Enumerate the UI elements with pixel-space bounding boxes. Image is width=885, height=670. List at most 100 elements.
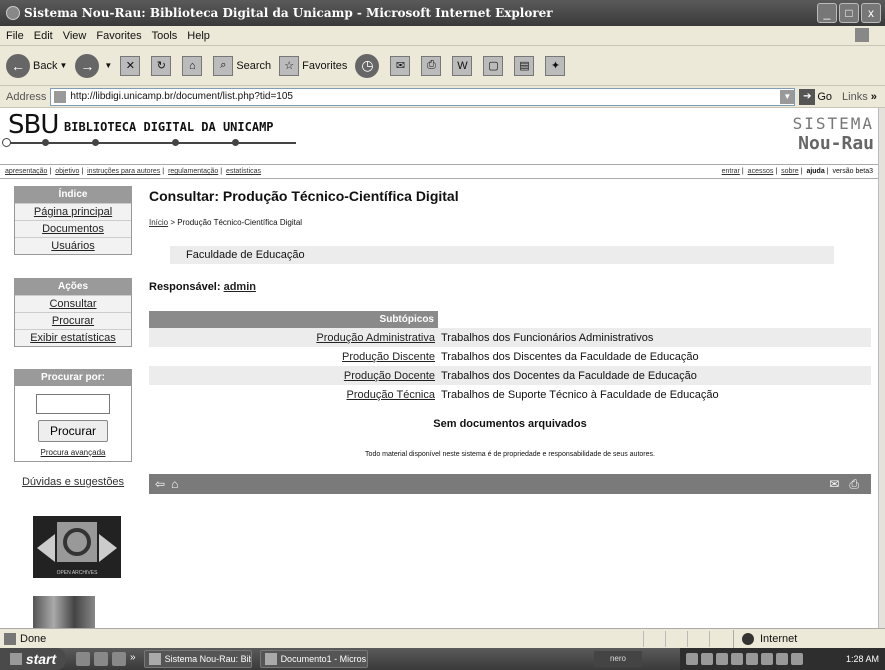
home-button[interactable]: ⌂	[182, 55, 205, 76]
star-icon: ☆	[279, 55, 300, 76]
go-button[interactable]: ➔ Go	[799, 88, 832, 105]
maximize-button[interactable]: □	[839, 3, 859, 23]
network-icon[interactable]	[761, 653, 773, 665]
sidebar-item-usuarios[interactable]: Usuários	[51, 240, 94, 252]
tray-icon[interactable]	[746, 653, 758, 665]
subtopic-link[interactable]: Produção Técnica	[347, 389, 435, 401]
menu-view[interactable]: View	[63, 30, 87, 42]
tray-icon[interactable]	[776, 653, 788, 665]
browser-window: Sistema Nou-Rau: Biblioteca Digital da U…	[0, 0, 885, 670]
task-word[interactable]: Documento1 - Micros...	[259, 650, 368, 668]
print-button[interactable]: ⎙	[421, 55, 444, 76]
nav-acessos[interactable]: acessos	[748, 168, 774, 175]
version-text: versão beta3	[832, 168, 873, 175]
responsible-user-link[interactable]: admin	[224, 281, 256, 293]
nav-apresentacao[interactable]: apresentação	[5, 168, 47, 175]
responsible: Responsável: admin	[149, 281, 256, 293]
chevron-down-icon[interactable]: ▼	[780, 89, 795, 104]
ie-icon	[6, 6, 20, 20]
ie-quicklaunch-icon[interactable]	[94, 652, 108, 666]
banner-image[interactable]	[33, 596, 95, 628]
security-zone: Internet	[733, 630, 885, 648]
nav-objetivo[interactable]: objetivo	[55, 168, 79, 175]
volume-icon[interactable]	[716, 653, 728, 665]
forward-button[interactable]: → ▼	[75, 53, 112, 78]
open-archives-logo[interactable]: OPEN ARCHIVES	[33, 516, 121, 578]
sidebar-item-pagina-principal[interactable]: Página principal	[34, 206, 112, 218]
address-url: http://libdigi.unicamp.br/document/list.…	[70, 91, 293, 102]
minimize-button[interactable]: _	[817, 3, 837, 23]
mail-button[interactable]: ✉	[390, 55, 413, 76]
quicklaunch-more-icon[interactable]: »	[130, 652, 136, 666]
close-button[interactable]: x	[861, 3, 881, 23]
history-button[interactable]: ◷	[355, 53, 382, 78]
nero-icon[interactable]: nero	[594, 651, 642, 667]
taskbar: start » Sistema Nou-Rau: Bib... Document…	[0, 648, 885, 670]
tray-icon[interactable]	[791, 653, 803, 665]
system-tray: 1:28 AM	[680, 648, 885, 670]
advanced-search-link[interactable]: Procura avançada	[41, 448, 106, 457]
faculty-bar: Faculdade de Educação	[170, 246, 834, 264]
back-arrow-icon[interactable]: ⇦	[155, 477, 165, 491]
back-label: Back	[33, 59, 58, 72]
nav-ajuda[interactable]: ajuda	[806, 168, 824, 175]
show-desktop-icon[interactable]	[76, 652, 90, 666]
chevron-down-icon: ▼	[59, 61, 68, 70]
search-submit-button[interactable]: Procurar	[38, 420, 108, 442]
tray-icon[interactable]	[686, 653, 698, 665]
nav-sobre[interactable]: sobre	[781, 168, 799, 175]
menu-help[interactable]: Help	[187, 30, 210, 42]
index-box: Índice Página principal Documentos Usuár…	[14, 186, 132, 255]
research-button[interactable]: ▤	[514, 55, 537, 76]
no-documents-text: Sem documentos arquivados	[433, 418, 587, 430]
sidebar-item-procurar[interactable]: Procurar	[52, 315, 94, 327]
forward-arrow-icon: →	[75, 53, 100, 78]
menu-edit[interactable]: Edit	[34, 30, 53, 42]
discuss-button[interactable]: ▢	[483, 55, 506, 76]
nav-regulamentacao[interactable]: regulamentação	[168, 168, 218, 175]
nav-estatisticas[interactable]: estatísticas	[226, 168, 261, 175]
page-done-icon	[4, 632, 16, 645]
feedback-link[interactable]: Dúvidas e sugestões	[22, 476, 124, 488]
subtopic-link[interactable]: Produção Docente	[344, 370, 435, 382]
subtopic-link[interactable]: Produção Administrativa	[316, 332, 435, 344]
tray-icon[interactable]	[701, 653, 713, 665]
bottom-bar: ⇦ ⌂ ✉ ⎙	[149, 474, 871, 494]
subtopics-header: Subtópicos	[149, 311, 438, 328]
links-chevron-icon[interactable]: »	[871, 91, 877, 103]
menu-file[interactable]: File	[6, 30, 24, 42]
mail-icon[interactable]: ✉	[829, 477, 839, 492]
favorites-button[interactable]: ☆ Favorites	[279, 55, 347, 76]
search-input[interactable]	[36, 394, 110, 414]
messenger-button[interactable]: ✦	[545, 55, 568, 76]
clock: 1:28 AM	[845, 654, 879, 664]
vertical-scrollbar[interactable]	[878, 108, 885, 628]
tray-icon[interactable]	[731, 653, 743, 665]
media-quicklaunch-icon[interactable]	[112, 652, 126, 666]
sidebar-item-consultar[interactable]: Consultar	[49, 298, 96, 310]
subtopic-link[interactable]: Produção Discente	[342, 351, 435, 363]
nav-entrar[interactable]: entrar	[722, 168, 740, 175]
sidebar-item-documentos[interactable]: Documentos	[42, 223, 104, 235]
back-button[interactable]: ← Back ▼	[6, 53, 68, 78]
word-icon	[264, 653, 277, 665]
home-icon[interactable]: ⌂	[171, 477, 178, 491]
links-button[interactable]: Links	[842, 91, 868, 103]
subtopics-table: Subtópicos Produção Administrativa Traba…	[149, 311, 871, 404]
nav-instrucoes[interactable]: instruções para autores	[87, 168, 160, 175]
task-browser[interactable]: Sistema Nou-Rau: Bib...	[143, 650, 252, 668]
page-title: Consultar: Produção Técnico-Científica D…	[149, 188, 459, 204]
subtopic-desc: Trabalhos dos Docentes da Faculdade de E…	[438, 366, 871, 385]
menu-tools[interactable]: Tools	[152, 30, 178, 42]
search-button[interactable]: ⌕ Search	[213, 55, 271, 76]
logo-dot-icon	[232, 139, 239, 146]
address-input[interactable]: http://libdigi.unicamp.br/document/list.…	[50, 87, 796, 106]
refresh-button[interactable]: ↻	[151, 55, 174, 76]
edit-button[interactable]: W	[452, 55, 475, 76]
menu-favorites[interactable]: Favorites	[96, 30, 141, 42]
start-button[interactable]: start	[0, 648, 66, 670]
sidebar-item-exibir-estatisticas[interactable]: Exibir estatísticas	[30, 332, 116, 344]
stop-button[interactable]: ✕	[120, 55, 143, 76]
printer-icon[interactable]: ⎙	[849, 477, 859, 492]
breadcrumb-home-link[interactable]: Início	[149, 218, 168, 227]
